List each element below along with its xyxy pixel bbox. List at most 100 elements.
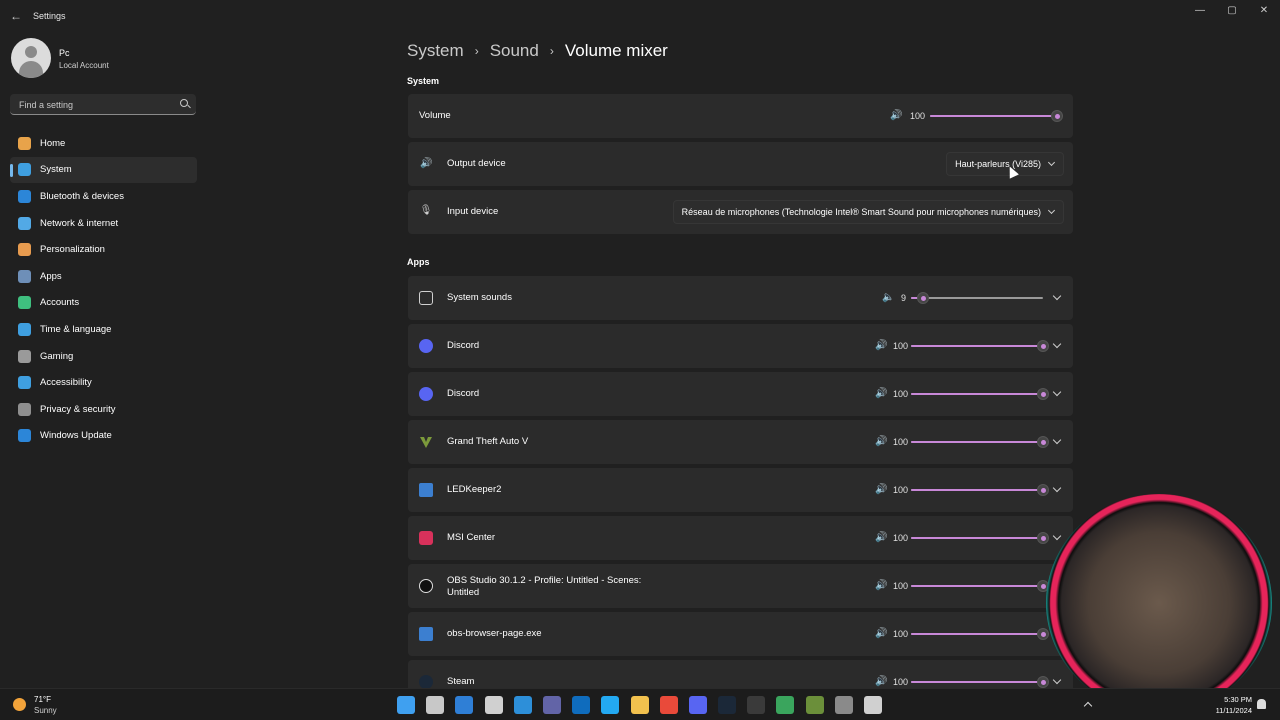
outlook-icon[interactable] bbox=[572, 696, 591, 714]
slider-thumb[interactable] bbox=[1037, 340, 1049, 352]
output-device-dropdown[interactable]: Haut-parleurs (Vi285) bbox=[946, 152, 1064, 176]
sidebar-item-label: Privacy & security bbox=[40, 403, 116, 415]
expand-chevron-icon[interactable] bbox=[1054, 294, 1061, 301]
expand-chevron-icon[interactable] bbox=[1054, 486, 1061, 493]
search-input[interactable] bbox=[17, 97, 171, 113]
speaker-icon[interactable]: 🔊 bbox=[875, 388, 888, 399]
slider-fill bbox=[911, 489, 1043, 491]
notification-bell-icon[interactable] bbox=[1257, 699, 1266, 709]
search-icon[interactable] bbox=[180, 99, 188, 107]
app-volume-value: 100 bbox=[893, 533, 909, 543]
sidebar-item-privacy[interactable]: Privacy & security bbox=[0, 396, 210, 423]
clock-time[interactable]: 5:30 PM bbox=[1208, 695, 1252, 704]
speaker-icon[interactable]: 🔊 bbox=[875, 484, 888, 495]
breadcrumb-system[interactable]: System bbox=[407, 41, 464, 61]
tray-overflow-icon[interactable] bbox=[1085, 701, 1091, 707]
sidebar-item-network[interactable]: Network & internet bbox=[0, 210, 210, 237]
slider-thumb[interactable] bbox=[1037, 628, 1049, 640]
app-volume-slider[interactable] bbox=[911, 435, 1049, 449]
slider-thumb[interactable] bbox=[1037, 532, 1049, 544]
apps-section-title: Apps bbox=[407, 257, 430, 267]
expand-chevron-icon[interactable] bbox=[1054, 534, 1061, 541]
sidebar-item-accessibility[interactable]: Accessibility bbox=[0, 369, 210, 396]
slider-thumb[interactable] bbox=[1051, 110, 1063, 122]
discord-taskbar-icon[interactable] bbox=[688, 696, 707, 714]
speaker-icon[interactable]: 🔊 bbox=[875, 340, 888, 351]
chrome-icon[interactable] bbox=[659, 696, 678, 714]
expand-chevron-icon[interactable] bbox=[1054, 678, 1061, 685]
app-volume-value: 100 bbox=[893, 389, 909, 399]
sidebar-item-bluetooth[interactable]: Bluetooth & devices bbox=[0, 183, 210, 210]
speaker-icon[interactable]: 🔊 bbox=[875, 532, 888, 543]
task-view-icon[interactable] bbox=[426, 696, 445, 714]
expand-chevron-icon[interactable] bbox=[1054, 342, 1061, 349]
clapper-icon[interactable] bbox=[484, 696, 503, 714]
sidebar-item-time-language[interactable]: Time & language bbox=[0, 316, 210, 343]
vscode-icon[interactable] bbox=[601, 696, 620, 714]
slider-fill bbox=[911, 633, 1043, 635]
weather-desc[interactable]: Sunny bbox=[34, 706, 57, 715]
close-button[interactable]: ✕ bbox=[1248, 0, 1280, 22]
sidebar-item-label: Accounts bbox=[40, 297, 80, 309]
sidebar-item-gaming[interactable]: Gaming bbox=[0, 343, 210, 370]
app-volume-slider[interactable] bbox=[911, 531, 1049, 545]
input-device-dropdown[interactable]: Réseau de microphones (Technologie Intel… bbox=[672, 200, 1064, 224]
app-volume-slider[interactable] bbox=[911, 339, 1049, 353]
file-explorer-blue-icon[interactable] bbox=[455, 696, 474, 714]
avatar[interactable] bbox=[11, 38, 51, 78]
slider-thumb[interactable] bbox=[916, 292, 929, 304]
app-volume-slider[interactable] bbox=[911, 387, 1049, 401]
expand-chevron-icon[interactable] bbox=[1054, 390, 1061, 397]
sidebar-item-system[interactable]: System bbox=[10, 156, 197, 184]
speaker-icon[interactable]: 🔊 bbox=[875, 580, 888, 591]
settings-icon[interactable] bbox=[834, 696, 853, 714]
volume-label: Volume bbox=[419, 110, 451, 121]
folder-icon[interactable] bbox=[630, 696, 649, 714]
slider-thumb[interactable] bbox=[1037, 388, 1049, 400]
obs-taskbar-icon[interactable] bbox=[747, 696, 766, 714]
sidebar-item-personalization[interactable]: Personalization bbox=[0, 236, 210, 263]
app-row-obs-browser-page: obs-browser-page.exe 🔊 100 bbox=[408, 612, 1073, 656]
sidebar-item-accounts[interactable]: Accounts bbox=[0, 290, 210, 317]
app-volume-slider[interactable] bbox=[911, 675, 1049, 688]
expand-chevron-icon[interactable] bbox=[1054, 438, 1061, 445]
volume-slider[interactable] bbox=[930, 109, 1063, 123]
sun-icon[interactable] bbox=[13, 698, 26, 711]
monitor-icon[interactable] bbox=[864, 696, 882, 714]
search-box[interactable] bbox=[10, 94, 196, 115]
clock-date[interactable]: 11/11/2024 bbox=[1208, 706, 1252, 715]
app-volume-slider[interactable] bbox=[911, 291, 1043, 305]
app-volume-value: 100 bbox=[893, 677, 909, 687]
app-volume-slider[interactable] bbox=[911, 627, 1049, 641]
teams-icon[interactable] bbox=[542, 696, 561, 714]
speaker-icon[interactable]: 🔊 bbox=[875, 628, 888, 639]
speaker-icon[interactable]: 🔊 bbox=[875, 676, 888, 687]
slider-thumb[interactable] bbox=[1037, 676, 1049, 688]
app-volume-value: 100 bbox=[893, 437, 909, 447]
speaker-low-icon[interactable]: 🔈 bbox=[882, 292, 895, 303]
minimize-button[interactable]: — bbox=[1184, 0, 1216, 22]
start-icon[interactable] bbox=[397, 696, 415, 714]
maximize-button[interactable]: ▢ bbox=[1216, 0, 1248, 22]
sidebar-item-home[interactable]: Home bbox=[0, 130, 210, 157]
sidebar-item-windows-update[interactable]: Windows Update bbox=[0, 423, 210, 450]
steam-taskbar-icon[interactable] bbox=[718, 696, 737, 714]
back-arrow-icon[interactable]: ← bbox=[10, 9, 22, 23]
speaker-icon[interactable]: 🔊 bbox=[890, 110, 903, 121]
taskbar: 71°F Sunny 5:30 PM 11/11/2024 bbox=[0, 688, 1280, 720]
shield-icon bbox=[18, 402, 31, 416]
gta-taskbar-icon[interactable] bbox=[805, 696, 824, 714]
slider-thumb[interactable] bbox=[1037, 436, 1049, 448]
sidebar-item-apps[interactable]: Apps bbox=[0, 263, 210, 290]
home-icon bbox=[18, 136, 31, 150]
breadcrumb-sound[interactable]: Sound bbox=[490, 41, 539, 61]
speaker-icon[interactable]: 🔊 bbox=[875, 436, 888, 447]
app-volume-slider[interactable] bbox=[911, 579, 1049, 593]
avatar-head-shape bbox=[25, 46, 37, 58]
app-volume-slider[interactable] bbox=[911, 483, 1049, 497]
edge-icon[interactable] bbox=[513, 696, 532, 714]
weather-temp[interactable]: 71°F bbox=[34, 695, 51, 704]
slider-thumb[interactable] bbox=[1037, 484, 1049, 496]
system-icon bbox=[18, 163, 31, 177]
chrome-dev-icon[interactable] bbox=[776, 696, 795, 714]
